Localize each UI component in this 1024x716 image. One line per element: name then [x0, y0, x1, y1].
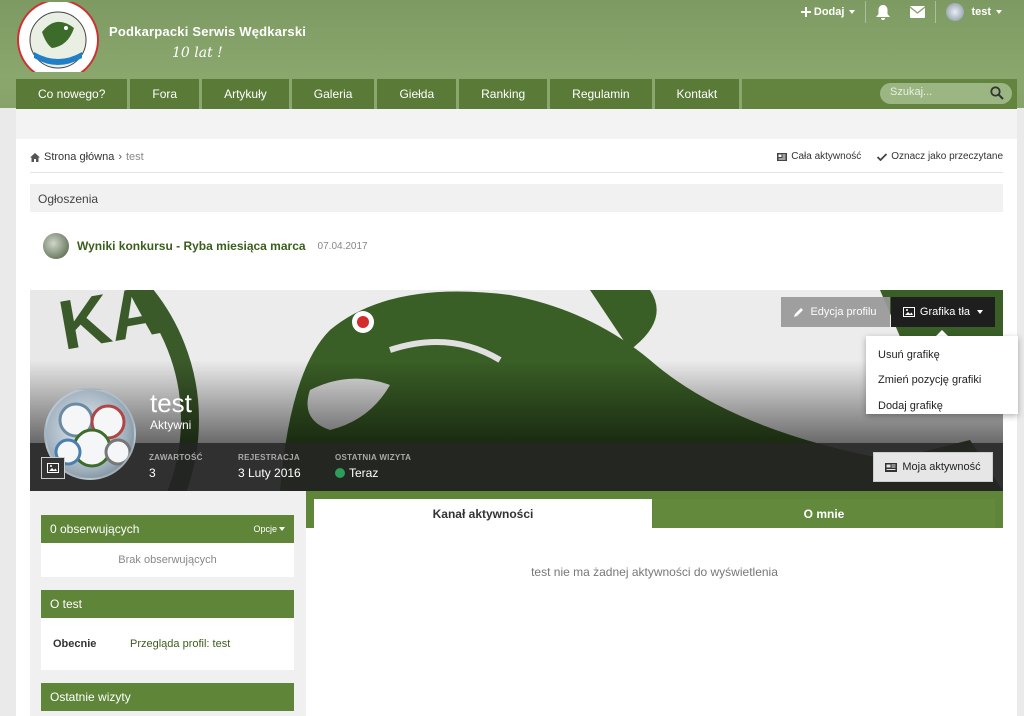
page-actions: Cała aktywność Oznacz jako przeczytane	[777, 151, 1003, 162]
fishing-club-logo[interactable]	[16, 2, 100, 72]
followers-widget-body: Brak obserwujących	[41, 543, 294, 577]
edit-profile-button[interactable]: Edycja profilu	[781, 297, 890, 327]
empty-feed-message: test nie ma żadnej aktywności do wyświet…	[531, 565, 778, 579]
all-activity-link[interactable]: Cała aktywność	[777, 151, 861, 162]
site-title[interactable]: Podkarpacki Serwis Wędkarski	[109, 24, 306, 39]
announcement-thumbnail[interactable]	[43, 233, 69, 259]
messages-button[interactable]	[900, 0, 935, 24]
all-activity-label: Cała aktywność	[791, 151, 862, 162]
options-label: Opcje	[253, 524, 277, 534]
search-box	[880, 83, 1012, 104]
search-input[interactable]	[890, 86, 985, 98]
about-widget-header: O test	[41, 590, 294, 618]
user-bar: Dodaj test	[791, 0, 1012, 24]
stat-label: OSTATNIA WIZYTA	[335, 453, 412, 462]
pencil-icon	[794, 308, 804, 317]
profile-status: Aktywni	[150, 418, 192, 432]
followers-empty: Brak obserwujących	[118, 554, 217, 566]
main-nav: Co nowego? Fora Artykuły Galeria Giełda …	[16, 79, 1017, 109]
my-activity-button[interactable]: Moja aktywność	[873, 452, 993, 482]
user-menu[interactable]: test	[936, 0, 1012, 24]
breadcrumb-home[interactable]: Strona główna	[44, 151, 114, 163]
online-indicator-icon	[335, 468, 345, 478]
username: test	[971, 6, 991, 18]
image-icon	[902, 307, 915, 317]
cover-photo-label: Grafika tła	[919, 306, 971, 318]
recent-visits-widget-header: Ostatnie wizyty	[41, 683, 294, 711]
chevron-down-icon	[977, 310, 984, 314]
my-activity-label: Moja aktywność	[902, 461, 981, 473]
stat-registration: REJESTRACJA 3 Luty 2016	[238, 453, 301, 480]
site-subtitle: 10 lat !	[172, 45, 223, 61]
add-menu[interactable]: Dodaj	[791, 0, 866, 24]
profile-name: test	[150, 388, 192, 418]
tab-about-me[interactable]: O mnie	[653, 499, 995, 528]
nav-item-whats-new[interactable]: Co nowego?	[16, 79, 131, 109]
nav-item-articles[interactable]: Artykuły	[202, 79, 292, 109]
menu-item-add-cover[interactable]: Dodaj grafikę	[866, 393, 1018, 419]
edit-profile-label: Edycja profilu	[810, 306, 877, 318]
chevron-down-icon	[996, 10, 1002, 14]
stat-last-visit: OSTATNIA WIZYTA Teraz	[335, 453, 411, 480]
cover-photo-button[interactable]: Grafika tła	[891, 297, 995, 327]
breadcrumb-current: test	[126, 151, 144, 163]
change-photo-button[interactable]	[41, 457, 65, 479]
home-icon	[30, 152, 40, 162]
menu-item-reposition-cover[interactable]: Zmień pozycję grafiki	[866, 368, 1018, 394]
followers-title: 0 obserwujących	[50, 522, 140, 536]
menu-item-remove-cover[interactable]: Usuń grafikę	[866, 342, 1018, 368]
announcement-item: Wyniki konkursu - Ryba miesiąca marca 07…	[43, 233, 368, 259]
stat-content: ZAWARTOŚĆ 3	[149, 453, 203, 480]
bell-icon	[876, 4, 891, 20]
about-value[interactable]: Przegląda profil: test	[130, 638, 230, 650]
check-icon	[877, 152, 888, 161]
chevron-down-icon	[279, 527, 285, 531]
tab-activity-feed[interactable]: Kanał aktywności	[314, 499, 652, 528]
nav-item-gallery[interactable]: Galeria	[291, 79, 378, 109]
nav-item-market[interactable]: Giełda	[377, 79, 460, 109]
about-widget-body: Obecnie Przegląda profil: test	[41, 618, 294, 670]
stat-label: ZAWARTOŚĆ	[149, 453, 203, 462]
search-icon[interactable]	[990, 86, 1004, 100]
mark-read-link[interactable]: Oznacz jako przeczytane	[877, 151, 1003, 162]
recent-visits-title: Ostatnie wizyty	[50, 690, 131, 704]
chevron-right-icon: ›	[118, 151, 122, 163]
announcements-header: Ogłoszenia	[30, 184, 1003, 212]
envelope-icon	[910, 6, 926, 18]
nav-item-forums[interactable]: Fora	[130, 79, 203, 109]
avatar	[946, 3, 965, 21]
nav-item-contact[interactable]: Kontakt	[654, 79, 743, 109]
followers-widget-header: 0 obserwujących Opcje	[41, 515, 294, 543]
announcement-date: 07.04.2017	[317, 240, 368, 252]
about-title: O test	[50, 597, 83, 611]
announcement-title[interactable]: Wyniki konkursu - Ryba miesiąca marca	[77, 239, 306, 253]
plus-icon	[800, 7, 811, 17]
breadcrumb: Strona główna › test	[30, 151, 144, 163]
stat-value: Teraz	[349, 466, 379, 480]
stat-value: 3 Luty 2016	[238, 466, 301, 480]
sub-navigation	[16, 109, 1017, 139]
stat-value[interactable]: 3	[149, 466, 203, 480]
about-key: Obecnie	[53, 638, 97, 650]
newspaper-icon	[885, 462, 898, 472]
nav-item-ranking[interactable]: Ranking	[459, 79, 551, 109]
newspaper-icon	[777, 152, 788, 161]
add-label: Dodaj	[813, 6, 845, 18]
cover-photo-menu: Usuń grafikę Zmień pozycję grafiki Dodaj…	[866, 336, 1018, 414]
image-icon	[47, 463, 59, 473]
notifications-button[interactable]	[866, 0, 900, 24]
stat-label: REJESTRACJA	[238, 453, 300, 462]
divider	[30, 172, 1003, 173]
nav-item-rules[interactable]: Regulamin	[550, 79, 655, 109]
mark-read-label: Oznacz jako przeczytane	[891, 151, 1003, 162]
stat-value-row: Teraz	[335, 466, 411, 480]
chevron-down-icon	[849, 10, 856, 14]
followers-options-button[interactable]: Opcje	[253, 524, 285, 534]
